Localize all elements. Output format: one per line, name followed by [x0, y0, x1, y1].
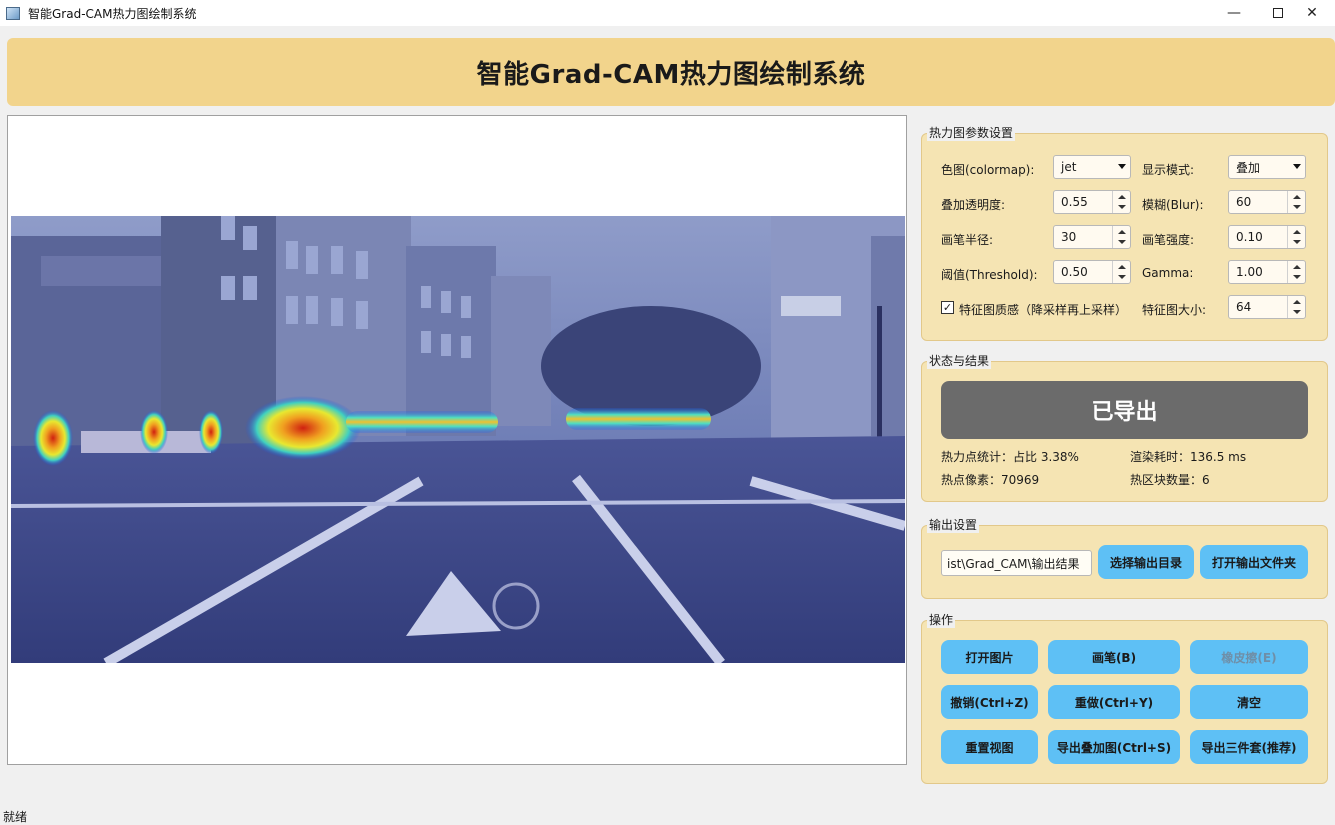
- open-output-folder-button[interactable]: 打开输出文件夹: [1200, 545, 1308, 579]
- statusbar-text: 就绪: [3, 810, 28, 824]
- hot-pixels-text: 热点像素：70969: [941, 473, 1040, 487]
- heat-blob: [566, 408, 711, 430]
- close-button[interactable]: ✕: [1289, 0, 1335, 26]
- brush-strength-spinbox[interactable]: 0.10: [1228, 225, 1306, 249]
- heat-blob: [33, 410, 73, 466]
- params-group-title: 热力图参数设置: [927, 124, 1016, 141]
- brush-strength-label: 画笔强度:: [1142, 233, 1195, 247]
- spin-up-icon: [1118, 265, 1126, 269]
- gamma-value: 1.00: [1236, 265, 1263, 279]
- chevron-down-icon: [1118, 164, 1126, 169]
- blur-label: 模糊(Blur):: [1142, 198, 1204, 212]
- colormap-select[interactable]: jet: [1053, 155, 1131, 179]
- display-mode-value: 叠加: [1236, 160, 1261, 175]
- feature-size-value: 64: [1236, 300, 1252, 314]
- spin-up-icon: [1118, 195, 1126, 199]
- colormap-label: 色图(colormap):: [941, 163, 1035, 177]
- export-three-button[interactable]: 导出三件套(推荐): [1190, 730, 1308, 764]
- feature-quality-checkbox[interactable]: ✓: [941, 301, 954, 314]
- spin-buttons[interactable]: [1287, 191, 1305, 213]
- display-mode-select[interactable]: 叠加: [1228, 155, 1306, 179]
- export-overlay-button[interactable]: 导出叠加图(Ctrl+S): [1048, 730, 1180, 764]
- street-scene-heatmap-overlay: [11, 216, 905, 663]
- clear-button[interactable]: 清空: [1190, 685, 1308, 719]
- threshold-spinbox[interactable]: 0.50: [1053, 260, 1131, 284]
- maximize-icon: [1273, 8, 1283, 18]
- redo-button[interactable]: 重做(Ctrl+Y): [1048, 685, 1180, 719]
- hot-ratio-text: 热力点统计：占比 3.38%: [941, 450, 1079, 464]
- output-path-input[interactable]: ist\Grad_CAM\输出结果: [941, 550, 1092, 576]
- page-title: 智能Grad-CAM热力图绘制系统: [476, 59, 866, 90]
- gamma-spinbox[interactable]: 1.00: [1228, 260, 1306, 284]
- alpha-label: 叠加透明度:: [941, 198, 1006, 212]
- heat-blob: [140, 410, 168, 454]
- heatmap-image[interactable]: [11, 216, 905, 663]
- spin-up-icon: [1118, 230, 1126, 234]
- status-indicator: 已导出: [941, 381, 1308, 439]
- spin-down-icon: [1118, 275, 1126, 279]
- brush-strength-value: 0.10: [1236, 230, 1263, 244]
- spin-up-icon: [1293, 300, 1301, 304]
- feature-quality-label: 特征图质感（降采样再上采样）: [959, 303, 1128, 317]
- threshold-value: 0.50: [1061, 265, 1088, 279]
- spin-buttons[interactable]: [1112, 191, 1130, 213]
- spin-down-icon: [1293, 275, 1301, 279]
- header-banner: 智能Grad-CAM热力图绘制系统: [7, 38, 1335, 106]
- open-image-button[interactable]: 打开图片: [941, 640, 1038, 674]
- blur-value: 60: [1236, 195, 1252, 209]
- image-view[interactable]: [7, 115, 907, 765]
- hot-regions-text: 热区块数量：6: [1130, 473, 1210, 487]
- spin-buttons[interactable]: [1112, 261, 1130, 283]
- spin-up-icon: [1293, 195, 1301, 199]
- minimize-button[interactable]: —: [1211, 0, 1257, 26]
- brush-radius-spinbox[interactable]: 30: [1053, 225, 1131, 249]
- undo-button[interactable]: 撤销(Ctrl+Z): [941, 685, 1038, 719]
- gamma-label: Gamma:: [1142, 266, 1194, 280]
- heat-blob: [245, 396, 361, 460]
- spin-down-icon: [1293, 205, 1301, 209]
- brush-radius-label: 画笔半径:: [941, 233, 994, 247]
- spin-down-icon: [1293, 240, 1301, 244]
- actions-group-title: 操作: [927, 611, 956, 628]
- reset-view-button[interactable]: 重置视图: [941, 730, 1038, 764]
- window-titlebar: 智能Grad-CAM热力图绘制系统 — ✕: [0, 0, 1335, 26]
- spin-down-icon: [1118, 240, 1126, 244]
- colormap-value: jet: [1061, 160, 1077, 174]
- spin-down-icon: [1293, 310, 1301, 314]
- render-time-text: 渲染耗时：136.5 ms: [1130, 450, 1247, 464]
- brush-radius-value: 30: [1061, 230, 1077, 244]
- spin-buttons[interactable]: [1112, 226, 1130, 248]
- alpha-spinbox[interactable]: 0.55: [1053, 190, 1131, 214]
- spin-down-icon: [1118, 205, 1126, 209]
- feature-size-spinbox[interactable]: 64: [1228, 295, 1306, 319]
- app-icon: [6, 6, 20, 20]
- alpha-value: 0.55: [1061, 195, 1088, 209]
- spin-buttons[interactable]: [1287, 296, 1305, 318]
- spin-up-icon: [1293, 230, 1301, 234]
- feature-size-label: 特征图大小:: [1142, 303, 1207, 317]
- eraser-button[interactable]: 橡皮擦(E): [1190, 640, 1308, 674]
- threshold-label: 阈值(Threshold):: [941, 268, 1038, 282]
- minimize-icon: —: [1227, 5, 1241, 21]
- heat-blob: [346, 411, 498, 433]
- chevron-down-icon: [1293, 164, 1301, 169]
- spin-up-icon: [1293, 265, 1301, 269]
- heat-blob: [199, 410, 223, 454]
- close-icon: ✕: [1306, 5, 1318, 21]
- spin-buttons[interactable]: [1287, 226, 1305, 248]
- status-group-title: 状态与结果: [927, 352, 992, 369]
- choose-output-dir-button[interactable]: 选择输出目录: [1098, 545, 1194, 579]
- blur-spinbox[interactable]: 60: [1228, 190, 1306, 214]
- output-group-title: 输出设置: [927, 516, 980, 533]
- spin-buttons[interactable]: [1287, 261, 1305, 283]
- brush-button[interactable]: 画笔(B): [1048, 640, 1180, 674]
- display-mode-label: 显示模式:: [1142, 163, 1195, 177]
- window-title: 智能Grad-CAM热力图绘制系统: [28, 6, 197, 21]
